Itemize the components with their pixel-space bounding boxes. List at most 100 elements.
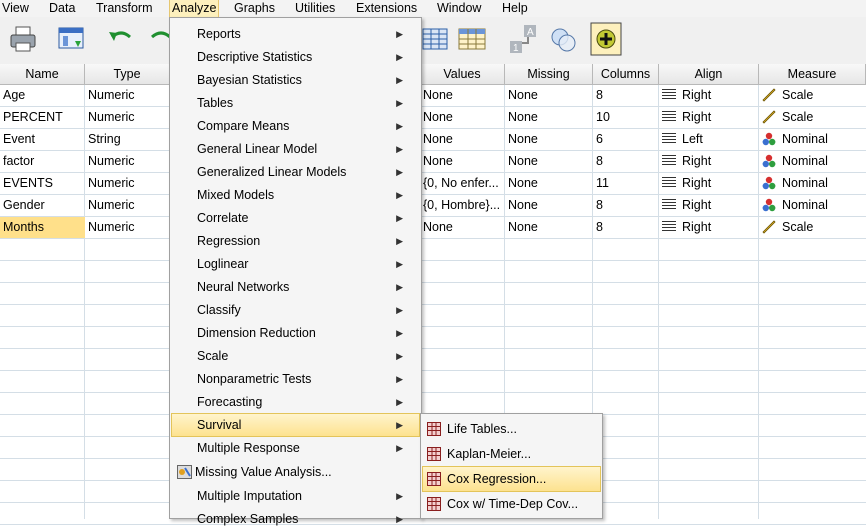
menu-window[interactable]: Window	[435, 0, 483, 17]
menu-item-loglinear[interactable]: Loglinear ▶	[172, 253, 419, 275]
table-row[interactable]	[0, 283, 866, 305]
table-row[interactable]: Event String None None 6 Left Nominal	[0, 129, 866, 151]
cell-name[interactable]: Gender	[0, 195, 85, 216]
menu-item-neural-networks[interactable]: Neural Networks ▶	[172, 276, 419, 298]
table-row[interactable]: Age Numeric None None 8 Right Scale	[0, 85, 866, 107]
cell-align[interactable]: Right	[659, 151, 759, 172]
table-row[interactable]: EVENTS Numeric {0, No enfer... None 11 Right N…	[0, 173, 866, 195]
table-row[interactable]	[0, 327, 866, 349]
data-editor-icon[interactable]	[57, 23, 87, 55]
cell-measure[interactable]: Scale	[759, 85, 866, 106]
cell-measure[interactable]: Nominal	[759, 173, 866, 194]
column-header-type[interactable]: Type	[85, 64, 170, 85]
cell-missing[interactable]: None	[505, 107, 593, 128]
menu-item-mixed-models[interactable]: Mixed Models ▶	[172, 184, 419, 206]
table-row[interactable]: factor Numeric None None 8 Right Nominal	[0, 151, 866, 173]
grid-table-2-icon[interactable]	[457, 23, 487, 55]
menu-item-reports[interactable]: Reports ▶	[172, 23, 419, 45]
cell-missing[interactable]: None	[505, 217, 593, 238]
menu-item-survival[interactable]: Survival ▶	[171, 413, 420, 437]
grid-table-icon[interactable]	[421, 23, 451, 55]
menu-item-forecasting[interactable]: Forecasting ▶	[172, 391, 419, 413]
cell-missing[interactable]: None	[505, 85, 593, 106]
cell-values[interactable]: None	[420, 129, 505, 150]
menu-item-nonparametric-tests[interactable]: Nonparametric Tests ▶	[172, 368, 419, 390]
cell-measure[interactable]: Nominal	[759, 129, 866, 150]
cell-align[interactable]: Right	[659, 195, 759, 216]
cell-values[interactable]: None	[420, 107, 505, 128]
cell-type[interactable]: Numeric	[85, 107, 170, 128]
menu-item-compare-means[interactable]: Compare Means ▶	[172, 115, 419, 137]
cell-values[interactable]: None	[420, 151, 505, 172]
menu-item-tables[interactable]: Tables ▶	[172, 92, 419, 114]
value-labels-icon[interactable]: A 1	[508, 23, 538, 55]
cell-type[interactable]: Numeric	[85, 151, 170, 172]
table-row[interactable]	[0, 371, 866, 393]
cell-measure[interactable]: Scale	[759, 217, 866, 238]
cell-values[interactable]: None	[420, 217, 505, 238]
cell-values[interactable]: {0, No enfer...	[420, 173, 505, 194]
table-row[interactable]	[0, 239, 866, 261]
cell-name[interactable]: EVENTS	[0, 173, 85, 194]
cell-name[interactable]: Age	[0, 85, 85, 106]
menu-item-dimension-reduction[interactable]: Dimension Reduction ▶	[172, 322, 419, 344]
table-row[interactable]	[0, 261, 866, 283]
menu-item-multiple-imputation[interactable]: Multiple Imputation ▶	[172, 485, 419, 507]
column-header-name[interactable]: Name	[0, 64, 85, 85]
add-circle-icon[interactable]	[590, 22, 622, 56]
cell-name[interactable]: factor	[0, 151, 85, 172]
submenu-item-kaplan-meier[interactable]: Kaplan-Meier...	[423, 442, 600, 466]
cell-type[interactable]: String	[85, 129, 170, 150]
menu-item-bayesian-statistics[interactable]: Bayesian Statistics ▶	[172, 69, 419, 91]
menu-item-correlate[interactable]: Correlate ▶	[172, 207, 419, 229]
menu-item-multiple-response[interactable]: Multiple Response ▶	[172, 437, 419, 459]
table-row[interactable]	[0, 393, 866, 415]
cell-columns[interactable]: 11	[593, 173, 659, 194]
cell-type[interactable]: Numeric	[85, 195, 170, 216]
cell-columns[interactable]: 8	[593, 195, 659, 216]
sets-icon[interactable]	[548, 23, 578, 55]
cell-measure[interactable]: Nominal	[759, 151, 866, 172]
menu-analyze[interactable]: Analyze	[168, 0, 220, 18]
cell-missing[interactable]: None	[505, 151, 593, 172]
cell-align[interactable]: Right	[659, 173, 759, 194]
menu-data[interactable]: Data	[47, 0, 77, 17]
menu-item-generalized-linear-models[interactable]: Generalized Linear Models ▶	[172, 161, 419, 183]
cell-columns[interactable]: 8	[593, 151, 659, 172]
table-row[interactable]: Gender Numeric {0, Hombre}... None 8 Right Nom…	[0, 195, 866, 217]
menu-help[interactable]: Help	[500, 0, 530, 17]
menu-item-regression[interactable]: Regression ▶	[172, 230, 419, 252]
menu-item-classify[interactable]: Classify ▶	[172, 299, 419, 321]
undo-icon[interactable]	[106, 23, 136, 55]
table-row[interactable]	[0, 349, 866, 371]
menu-graphs[interactable]: Graphs	[232, 0, 277, 17]
menu-utilities[interactable]: Utilities	[293, 0, 337, 17]
cell-align[interactable]: Left	[659, 129, 759, 150]
menu-item-missing-value-analysis[interactable]: Missing Value Analysis...	[172, 461, 419, 483]
menu-transform[interactable]: Transform	[94, 0, 155, 17]
cell-values[interactable]: None	[420, 85, 505, 106]
cell-columns[interactable]: 10	[593, 107, 659, 128]
cell-type[interactable]: Numeric	[85, 85, 170, 106]
cell-align[interactable]: Right	[659, 217, 759, 238]
cell-columns[interactable]: 8	[593, 85, 659, 106]
submenu-item-cox-regression[interactable]: Cox Regression...	[422, 466, 601, 492]
column-header-values[interactable]: Values	[420, 64, 505, 85]
column-header-columns[interactable]: Columns	[593, 64, 659, 85]
table-row[interactable]: PERCENT Numeric None None 10 Right Scale	[0, 107, 866, 129]
submenu-item-life-tables[interactable]: Life Tables...	[423, 417, 600, 441]
menu-item-descriptive-statistics[interactable]: Descriptive Statistics ▶	[172, 46, 419, 68]
menu-item-scale[interactable]: Scale ▶	[172, 345, 419, 367]
cell-type[interactable]: Numeric	[85, 173, 170, 194]
cell-type[interactable]: Numeric	[85, 217, 170, 238]
cell-missing[interactable]: None	[505, 129, 593, 150]
table-row[interactable]: Months Numeric None None 8 Right Scale	[0, 217, 866, 239]
cell-name[interactable]: Months	[0, 217, 85, 238]
cell-name[interactable]: PERCENT	[0, 107, 85, 128]
menu-view[interactable]: View	[0, 0, 31, 17]
cell-columns[interactable]: 6	[593, 129, 659, 150]
table-row[interactable]	[0, 305, 866, 327]
cell-columns[interactable]: 8	[593, 217, 659, 238]
submenu-item-cox-w-time-dep-cov[interactable]: Cox w/ Time-Dep Cov...	[423, 492, 600, 516]
cell-missing[interactable]: None	[505, 173, 593, 194]
